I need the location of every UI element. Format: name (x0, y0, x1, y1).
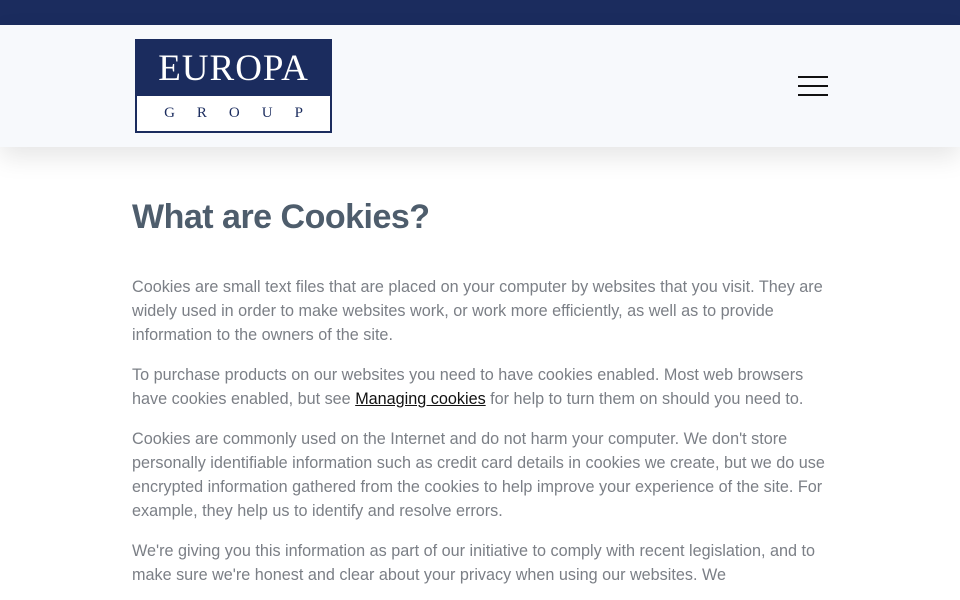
cookies-paragraph-3: Cookies are commonly used on the Interne… (132, 430, 825, 520)
cookies-paragraph-2: To purchase products on our websites you… (132, 363, 832, 411)
logo-subtitle: GROUP (164, 105, 325, 121)
menu-line (798, 76, 828, 78)
cookies-paragraph-4: We're giving you this information as par… (132, 542, 816, 584)
site-header: EUROPA GROUP (0, 25, 960, 147)
menu-line (798, 94, 828, 96)
main-content: What are Cookies? Cookies are small text… (132, 147, 832, 587)
cookies-paragraph-1: Cookies are small text files that are pl… (132, 278, 823, 344)
europa-group-logo[interactable]: EUROPA GROUP (135, 39, 332, 133)
hamburger-menu-icon[interactable] (796, 74, 830, 98)
paragraph-2-text-end: for help to turn them on should you need… (485, 390, 804, 408)
top-bar (0, 0, 960, 25)
managing-cookies-link[interactable]: Managing cookies (355, 390, 485, 408)
page-title: What are Cookies? (132, 198, 430, 236)
menu-line (798, 85, 828, 87)
logo-wordmark: EUROPA (137, 41, 330, 96)
